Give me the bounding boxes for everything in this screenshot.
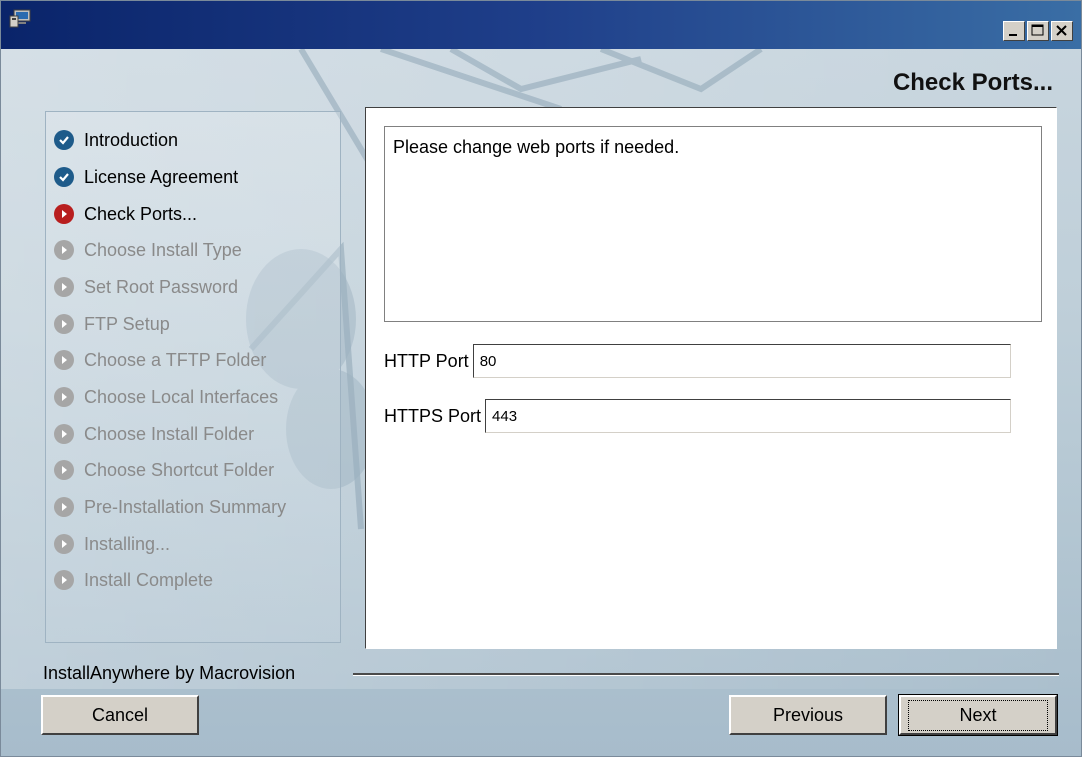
minimize-icon (1009, 34, 1017, 36)
step-label: FTP Setup (84, 313, 170, 334)
cancel-button[interactable]: Cancel (41, 695, 199, 735)
step-label: Set Root Password (84, 276, 239, 297)
previous-button[interactable]: Previous (729, 695, 887, 735)
step-choose-local-interfaces: Choose Local Interfaces (54, 383, 278, 411)
play-arrow-icon (54, 240, 74, 260)
step-choose-tftp-folder: Choose a TFTP Folder (54, 346, 266, 374)
play-arrow-icon (54, 387, 74, 407)
step-check-ports: Check Ports... (54, 200, 197, 228)
play-arrow-icon (54, 460, 74, 480)
step-label: License Agreement (84, 166, 239, 187)
step-choose-install-type: Choose Install Type (54, 236, 242, 264)
step-label: Choose Shortcut Folder (84, 459, 275, 480)
steps-sidebar: Introduction License Agreement Check Por… (45, 111, 341, 643)
step-choose-shortcut-folder: Choose Shortcut Folder (54, 456, 274, 484)
check-icon (54, 130, 74, 150)
play-arrow-icon (54, 350, 74, 370)
step-label: Installing... (84, 533, 171, 554)
https-port-row: HTTPS Port (384, 399, 1012, 433)
close-button[interactable] (1051, 21, 1073, 41)
step-label: Choose a TFTP Folder (84, 349, 267, 370)
maximize-icon (1031, 24, 1044, 36)
maximize-button[interactable] (1027, 21, 1049, 41)
minimize-button[interactable] (1003, 21, 1025, 41)
step-label: Choose Install Folder (84, 423, 255, 444)
play-arrow-icon (54, 314, 74, 334)
instructions-text: Please change web ports if needed. (384, 126, 1042, 322)
step-installing: Installing... (54, 530, 170, 558)
step-label: Introduction (84, 129, 179, 150)
play-arrow-icon (54, 424, 74, 444)
step-choose-install-folder: Choose Install Folder (54, 420, 254, 448)
step-label: Choose Install Type (84, 239, 242, 260)
next-button-label: Next (908, 699, 1048, 731)
http-port-row: HTTP Port (384, 344, 1011, 378)
step-license-agreement: License Agreement (54, 163, 238, 191)
content-panel: Please change web ports if needed. HTTP … (365, 107, 1057, 649)
step-pre-installation-summary: Pre-Installation Summary (54, 493, 286, 521)
step-label: Choose Local Interfaces (84, 386, 279, 407)
play-arrow-icon (54, 204, 74, 224)
check-icon (54, 167, 74, 187)
https-port-input[interactable] (485, 399, 1012, 433)
step-label: Pre-Installation Summary (84, 496, 287, 517)
https-port-label: HTTPS Port (384, 405, 482, 426)
step-set-root-password: Set Root Password (54, 273, 238, 301)
step-label: Check Ports... (84, 203, 198, 224)
installer-computer-icon (9, 9, 31, 28)
step-ftp-setup: FTP Setup (54, 310, 170, 338)
title-bar[interactable] (1, 1, 1081, 49)
installer-window: Check Ports... Introduction License Agre… (0, 0, 1082, 757)
next-button[interactable]: Next (898, 694, 1058, 736)
step-install-complete: Install Complete (54, 566, 213, 594)
http-port-input[interactable] (472, 344, 1011, 378)
footer-divider (353, 673, 1059, 676)
play-arrow-icon (54, 497, 74, 517)
close-icon (1056, 25, 1067, 36)
brand-label: InstallAnywhere by Macrovision (43, 663, 296, 683)
step-introduction: Introduction (54, 126, 178, 154)
step-label: Install Complete (84, 569, 214, 590)
play-arrow-icon (54, 277, 74, 297)
play-arrow-icon (54, 570, 74, 590)
play-arrow-icon (54, 534, 74, 554)
page-title: Check Ports... (892, 69, 1053, 96)
http-port-label: HTTP Port (384, 350, 469, 371)
